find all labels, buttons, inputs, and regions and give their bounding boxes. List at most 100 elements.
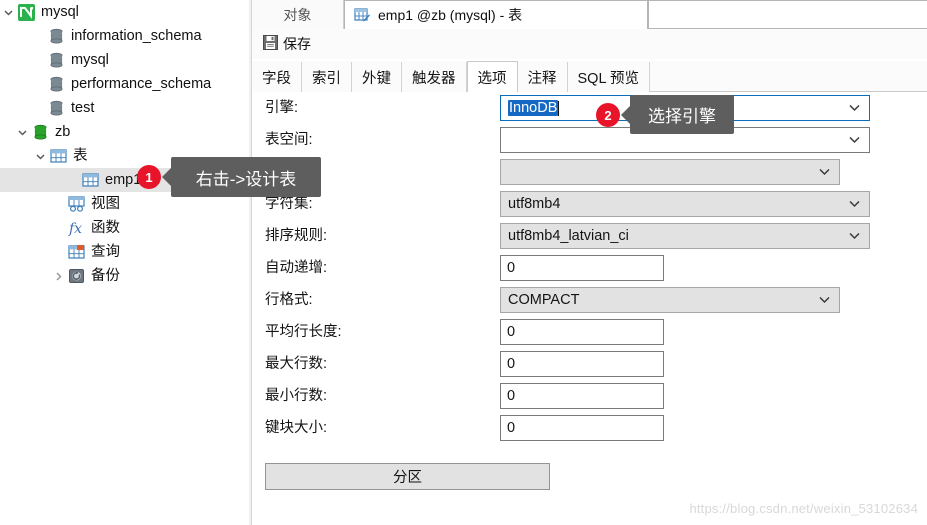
form-row-2 [252,156,927,188]
form-row-5: 自动递增: 0 [252,252,927,284]
tab-3[interactable]: 触发器 [402,62,467,92]
database-icon [46,74,66,94]
tree-twisty-none [30,72,46,96]
sidebar-item-label: 备份 [91,268,120,284]
callout-badge-2: 2 [596,103,620,127]
tree-twisty-none [30,24,46,48]
watermark: https://blog.csdn.net/weixin_53102634 [689,501,918,516]
sidebar-item-3[interactable]: performance_schema [0,72,249,96]
form-value-6: COMPACT [508,292,580,308]
tab-0[interactable]: 字段 [252,62,302,92]
sidebar-item-2[interactable]: mysql [0,48,249,72]
chevron-down-icon[interactable] [32,144,48,168]
form-label-10: 键块大小: [265,420,328,436]
floppy-disk-icon [263,35,278,53]
sidebar-item-4[interactable]: test [0,96,249,120]
tab-label: 字段 [262,70,291,87]
form-row-9: 最小行数: 0 [252,380,927,412]
database-tree-panel[interactable]: mysql information_schema mysql performance_… [0,0,249,525]
form-control-4[interactable]: utf8mb4_latvian_ci [500,223,870,249]
form-value-8: 0 [507,356,516,372]
function-icon: fx [66,218,86,238]
tree-twisty-none [30,96,46,120]
sidebar-item-1[interactable]: information_schema [0,24,249,48]
form-label-4: 排序规则: [265,228,328,244]
sidebar-item-10[interactable]: 查询 [0,240,249,264]
sidebar-item-label: 视图 [91,196,120,212]
sidebar-item-label: information_schema [71,28,202,44]
callout-1-text: 右击->设计表 [195,169,297,189]
tab-object[interactable]: 对象 [252,0,344,29]
tab-1[interactable]: 索引 [302,62,352,92]
callout-select-engine: 选择引擎 [630,95,734,134]
form-row-0: 引擎: InnoDB [252,92,927,124]
form-value-9: 0 [507,388,516,404]
tree-twisty-none [50,192,66,216]
table-icon [80,170,100,190]
form-value-7: 0 [507,324,516,340]
form-control-3[interactable]: utf8mb4 [500,191,870,217]
chevron-down-icon[interactable] [0,0,16,24]
partition-button-label: 分区 [393,470,422,486]
form-control-10[interactable]: 0 [500,415,664,441]
editor-toolbar: 保存 [252,29,927,59]
callout-2-text: 选择引擎 [648,107,716,126]
form-label-5: 自动递增: [265,260,328,276]
tab-label: 注释 [527,70,557,87]
sidebar-item-label: zb [55,124,71,140]
form-control-7[interactable]: 0 [500,319,664,345]
form-control-6[interactable]: COMPACT [500,287,840,313]
form-control-2[interactable] [500,159,840,185]
save-button[interactable]: 保存 [257,32,317,56]
sidebar-item-label: 函数 [91,220,120,236]
text-caret [558,100,560,116]
main-pane: 对象 emp1 @zb (mysql) - 表 保存 字段 索引 外键 触发器 … [252,0,927,525]
tab-5[interactable]: 注释 [517,62,568,92]
form-row-8: 最大行数: 0 [252,348,927,380]
tab-4-active[interactable]: 选项 [466,61,518,92]
sidebar-item-9[interactable]: fx 函数 [0,216,249,240]
form-control-8[interactable]: 0 [500,351,664,377]
form-label-1: 表空间: [265,132,313,148]
tab-6[interactable]: SQL 预览 [567,62,651,92]
sidebar-item-5[interactable]: zb [0,120,249,144]
chevron-right-icon[interactable] [50,264,66,288]
database-open-icon [30,122,50,142]
form-value-5: 0 [507,260,516,276]
sidebar-item-11[interactable]: 备份 [0,264,249,288]
form-row-1: 表空间: [252,124,927,156]
form-label-0: 引擎: [265,100,299,116]
form-value-4: utf8mb4_latvian_ci [508,228,629,244]
tab-2[interactable]: 外键 [352,62,402,92]
database-icon [46,98,66,118]
sidebar-item-label: test [71,100,95,116]
partition-button[interactable]: 分区 [265,463,550,490]
tab-emp1-label: emp1 @zb (mysql) - 表 [378,7,523,23]
tab-emp1-design[interactable]: emp1 @zb (mysql) - 表 [344,0,648,29]
table-folder-icon [48,146,68,166]
tab-strip-empty-area [648,0,927,29]
form-label-7: 平均行长度: [265,324,342,340]
backup-icon [66,266,86,286]
tab-label: 索引 [312,70,341,87]
view-icon [66,194,86,214]
tree-twisty-none [30,48,46,72]
form-row-4: 排序规则: utf8mb4_latvian_ci [252,220,927,252]
form-control-5[interactable]: 0 [500,255,664,281]
tab-label: 触发器 [412,70,456,87]
table-designer-tabs: 字段 索引 外键 触发器 选项 注释 SQL 预览 [252,61,927,92]
tab-label: SQL 预览 [577,70,640,87]
form-value-3: utf8mb4 [508,196,561,212]
window-tab-strip: 对象 emp1 @zb (mysql) - 表 [252,0,927,29]
navicat-connection-icon [16,2,36,22]
form-row-7: 平均行长度: 0 [252,316,927,348]
table-options-form: 分区 引擎: InnoDB 表空间: 字符集: utf8mb4 排序规则: utf8mb4_… [252,92,927,525]
sidebar-item-label: mysql [71,52,109,68]
sidebar-item-0[interactable]: mysql [0,0,249,24]
sidebar-item-label: 表 [73,148,88,164]
tab-label: 外键 [362,70,391,87]
form-control-9[interactable]: 0 [500,383,664,409]
sidebar-item-label: emp1 [105,172,142,188]
chevron-down-icon[interactable] [14,120,30,144]
database-icon [46,26,66,46]
